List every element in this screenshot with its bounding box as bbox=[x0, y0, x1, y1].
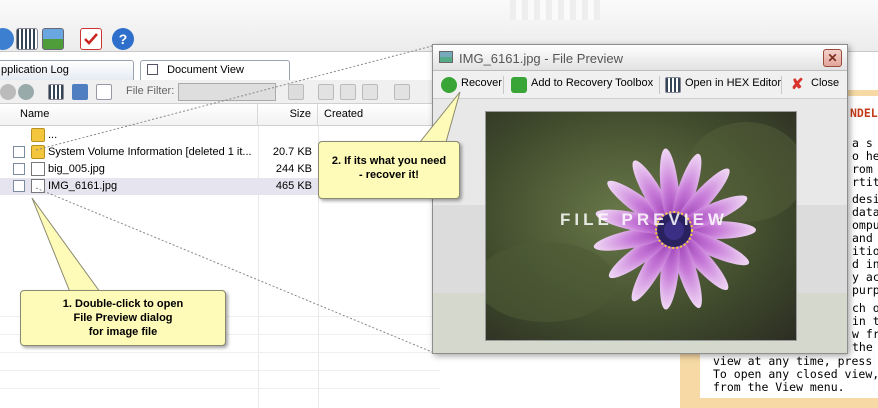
callout-step-2: 2. If its what you need - recover it! bbox=[318, 141, 460, 199]
callout-step-1: 1. Double-click to open File Preview dia… bbox=[20, 290, 226, 346]
callout-line: File Preview dialog bbox=[73, 312, 173, 324]
callout-pointers bbox=[31, 91, 461, 293]
callout-line: for image file bbox=[88, 326, 158, 338]
callout-line: 2. If its what you need bbox=[331, 155, 447, 167]
callout-line: 1. Double-click to open bbox=[62, 298, 184, 310]
callout-line: - recover it! bbox=[359, 169, 419, 181]
